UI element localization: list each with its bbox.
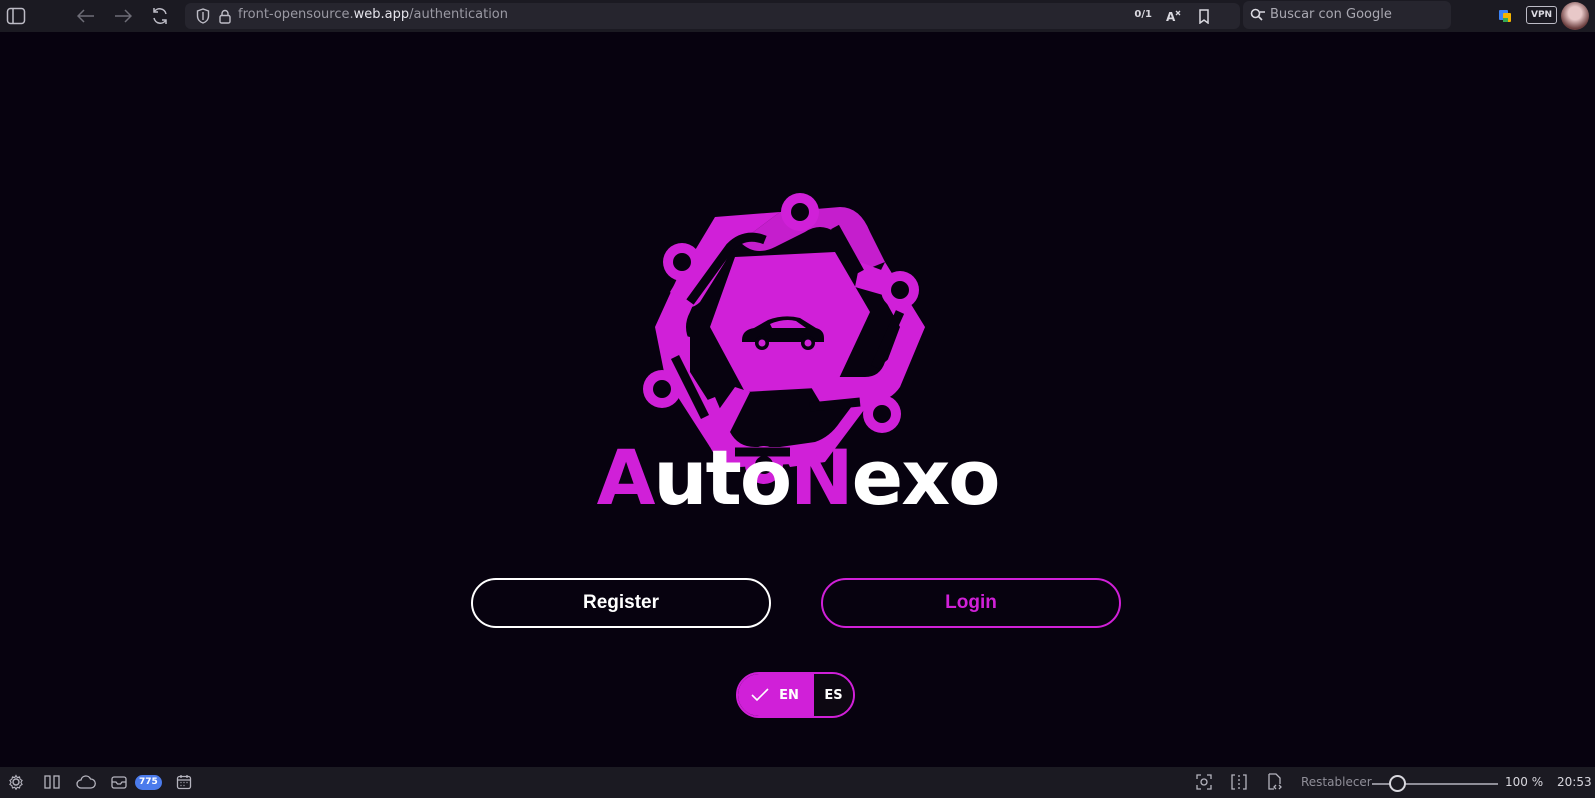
sidebar-toggle-icon[interactable] [4, 4, 28, 28]
browser-toolbar: front-opensource.web.app/authentication … [0, 0, 1595, 32]
back-arrow-icon[interactable] [74, 4, 98, 28]
search-placeholder: Buscar con Google [1270, 7, 1392, 22]
language-toggle[interactable]: EN ES [736, 672, 855, 718]
avatar[interactable] [1561, 2, 1589, 30]
vpn-button[interactable]: VPN [1526, 6, 1558, 24]
zoom-level: 100 % [1505, 775, 1544, 789]
shield-icon[interactable] [191, 4, 215, 28]
mail-icon[interactable] [109, 772, 129, 792]
page-capture-icon[interactable] [1264, 772, 1284, 792]
lock-icon [213, 4, 237, 28]
url-text[interactable]: front-opensource.web.app/authentication [238, 7, 508, 22]
tabs-icon[interactable] [42, 772, 62, 792]
auth-page: AutoNexo Register Login EN ES [0, 32, 1595, 767]
brand-wordmark: AutoNexo [596, 433, 1001, 522]
forward-arrow-icon[interactable] [111, 4, 135, 28]
translate-icon[interactable]: A [1162, 4, 1186, 28]
mail-count-badge: 775 [135, 775, 162, 790]
zoom-slider-handle[interactable] [1389, 775, 1406, 792]
register-button[interactable]: Register [471, 578, 771, 628]
extension-icon[interactable] [1493, 4, 1517, 28]
cloud-icon[interactable] [76, 772, 96, 792]
calendar-icon[interactable] [174, 772, 194, 792]
settings-icon[interactable] [6, 772, 26, 792]
language-option-en[interactable]: EN [738, 674, 812, 716]
search-box[interactable]: Buscar con Google [1243, 1, 1451, 29]
screenshot-icon[interactable] [1194, 772, 1214, 792]
reload-icon[interactable] [148, 4, 172, 28]
svg-text:A: A [1166, 10, 1176, 23]
address-bar[interactable]: front-opensource.web.app/authentication … [185, 3, 1240, 29]
language-option-es[interactable]: ES [812, 674, 853, 716]
clock: 20:53 [1557, 775, 1592, 789]
login-button[interactable]: Login [821, 578, 1121, 628]
browser-statusbar: 775 Restablecer 100 % 20:53 [0, 767, 1595, 798]
check-icon [751, 688, 769, 702]
zoom-reset-button[interactable]: Restablecer [1301, 775, 1372, 789]
tab-counter[interactable]: 0/1 [1134, 9, 1152, 20]
split-view-icon[interactable] [1229, 772, 1249, 792]
bookmark-icon[interactable] [1192, 4, 1216, 28]
search-icon [1246, 3, 1270, 27]
